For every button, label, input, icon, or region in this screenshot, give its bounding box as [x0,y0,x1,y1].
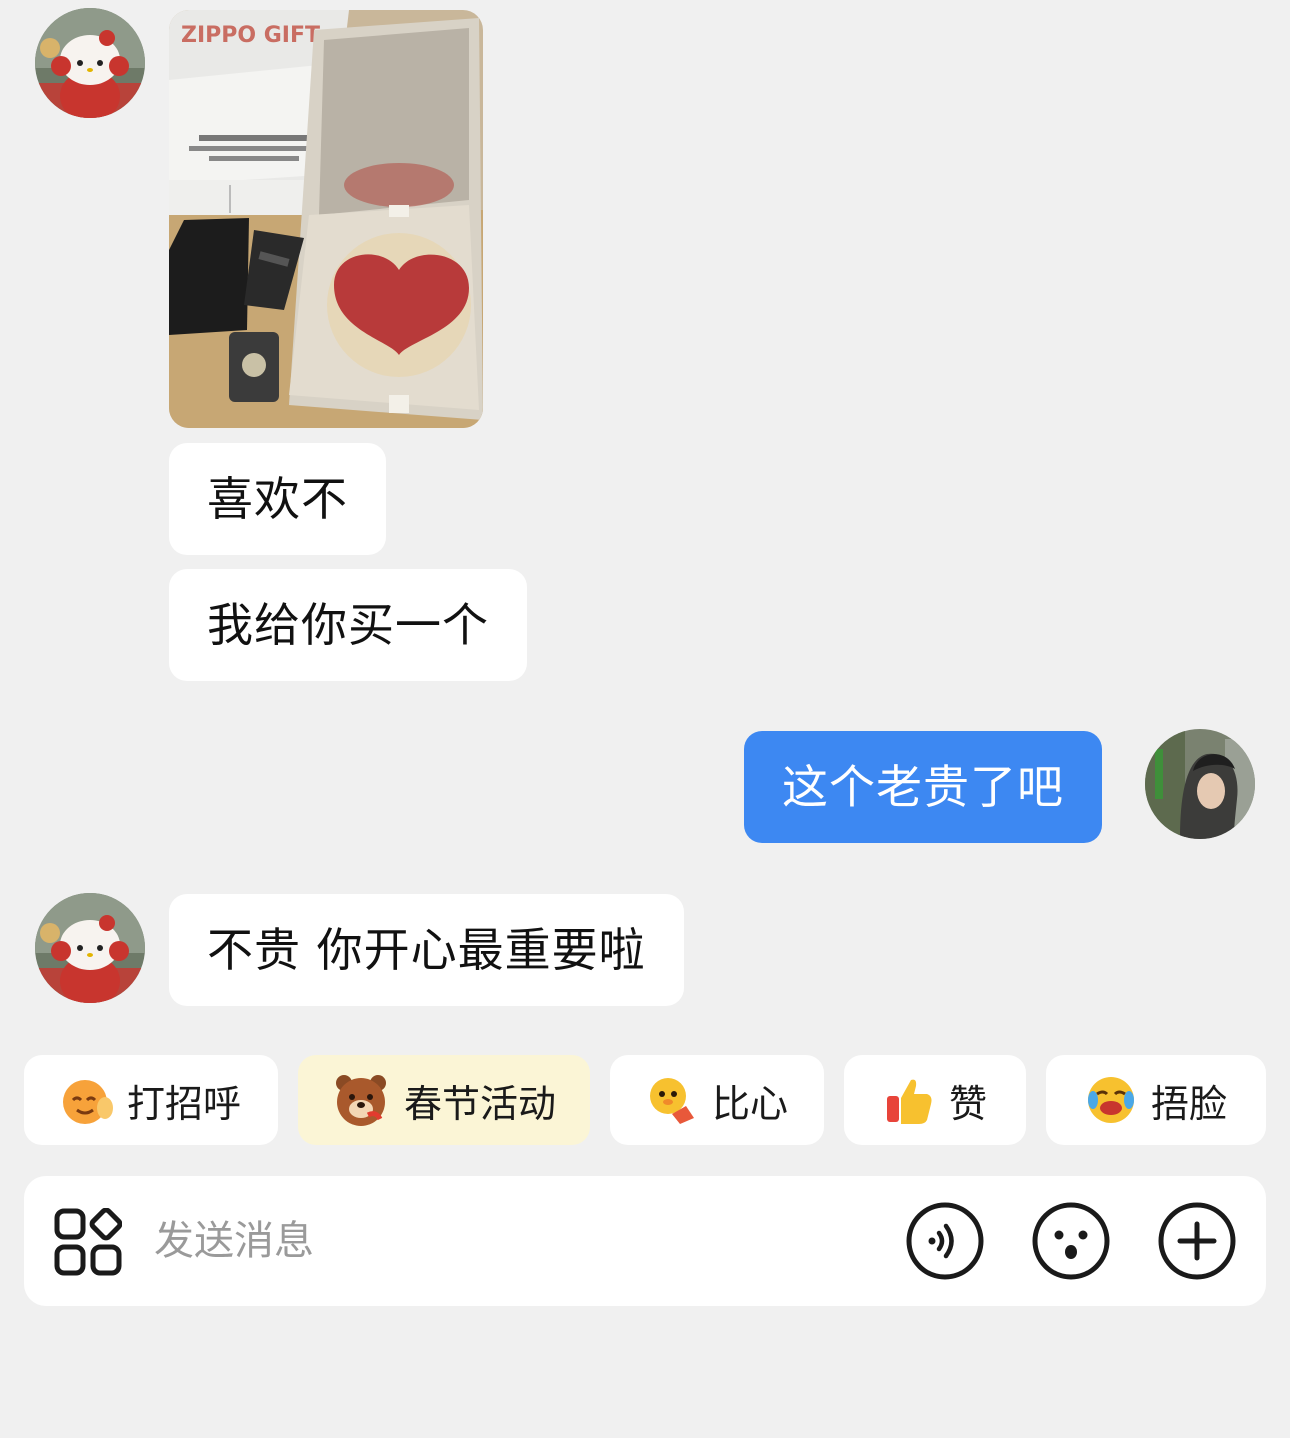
quick-reply-heart[interactable]: 比心 [610,1055,824,1145]
message-input[interactable] [154,1206,854,1276]
contact-avatar[interactable] [35,893,145,1003]
received-message-bubble[interactable]: 喜欢不 [169,443,386,555]
quick-reply-greet[interactable]: 打招呼 [24,1055,278,1145]
received-message-bubble[interactable]: 我给你买一个 [169,569,527,681]
apps-icon[interactable] [54,1208,122,1276]
quick-reply-facepalm[interactable]: 捂脸 [1046,1055,1266,1145]
message-composer [24,1176,1266,1306]
thumbs-up-emoji-icon [883,1074,935,1126]
facepalm-emoji-icon [1085,1074,1137,1126]
quick-reply-label: 打招呼 [126,1081,241,1126]
quick-reply-spring-festival[interactable]: 春节活动 [298,1055,590,1145]
photo-brand-text: ZIPPO GIFT [181,23,320,48]
quick-reply-bar: 打招呼 春节活动 比心 赞 捂脸 [0,1055,1290,1145]
plus-icon[interactable] [1158,1202,1236,1280]
bear-emoji-icon [332,1071,390,1129]
shared-photo[interactable]: ZIPPO GIFT [169,10,483,428]
quick-reply-label: 赞 [948,1081,987,1126]
quick-reply-like[interactable]: 赞 [844,1055,1026,1145]
contact-avatar[interactable] [35,8,145,118]
quick-reply-label: 春节活动 [403,1081,556,1126]
wave-emoji-icon [61,1074,113,1126]
my-avatar[interactable] [1145,729,1255,839]
quick-reply-label: 捂脸 [1150,1081,1227,1126]
heart-hand-emoji-icon [646,1074,698,1126]
received-message-bubble[interactable]: 不贵 你开心最重要啦 [169,894,684,1006]
sent-message-bubble[interactable]: 这个老贵了吧 [744,731,1102,843]
quick-reply-label: 比心 [711,1081,788,1126]
emoji-icon[interactable] [1032,1202,1110,1280]
voice-icon[interactable] [906,1202,984,1280]
